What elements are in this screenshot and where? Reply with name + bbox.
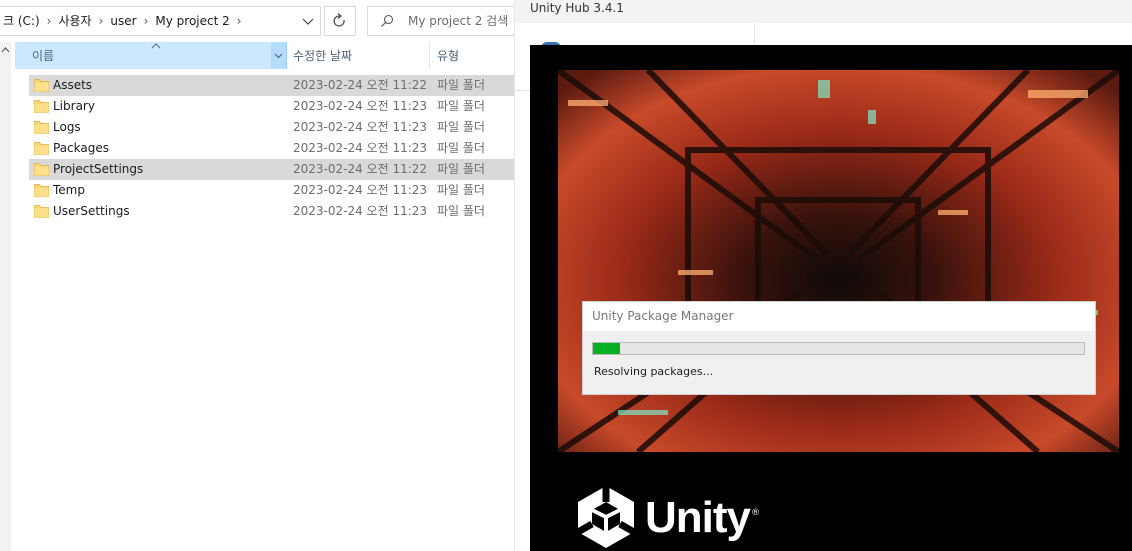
file-type: 파일 폴더 (437, 204, 485, 218)
address-history-dropdown[interactable] (296, 7, 320, 35)
folder-icon (34, 142, 49, 155)
unity-wordmark: Unity (645, 493, 751, 542)
search-input[interactable]: My project 2 검색 (367, 6, 515, 36)
chevron-right-icon[interactable]: › (99, 7, 104, 35)
breadcrumb-item-user[interactable]: user (110, 7, 136, 35)
unity-hub-window: Unity Hub 3.4.1 Unity Package Manager Re… (515, 0, 1132, 551)
folder-icon (34, 79, 49, 92)
breadcrumb: 크 (C:) › 사용자 › user › My project 2 › (3, 7, 249, 35)
file-date: 2023-02-24 오전 11:23 (293, 120, 428, 134)
file-type: 파일 폴더 (437, 120, 485, 134)
file-row-logs[interactable]: Logs 2023-02-24 오전 11:23 파일 폴더 (29, 117, 515, 138)
refresh-icon (333, 13, 345, 27)
package-progress-bar (592, 342, 1085, 355)
hub-divider (515, 90, 530, 91)
column-filter-dropdown[interactable] (271, 42, 286, 69)
search-icon (381, 14, 394, 27)
file-date: 2023-02-24 오전 11:23 (293, 204, 428, 218)
chevron-down-icon (302, 18, 314, 25)
package-manager-dialog: Unity Package Manager Resolving packages… (583, 302, 1095, 394)
column-header-type[interactable]: 유형 (430, 42, 515, 69)
refresh-button[interactable] (324, 6, 356, 36)
file-date: 2023-02-24 오전 11:23 (293, 183, 428, 197)
navigation-pane-scrollbar[interactable] (0, 42, 11, 551)
file-row-library[interactable]: Library 2023-02-24 오전 11:23 파일 폴더 (29, 96, 515, 117)
file-name: Logs (53, 120, 81, 134)
unity-logo: Unity ® (573, 484, 763, 550)
column-header-date-label: 수정한 날짜 (293, 49, 353, 63)
file-row-usersettings[interactable]: UserSettings 2023-02-24 오전 11:23 파일 폴더 (29, 201, 515, 222)
file-type: 파일 폴더 (437, 99, 485, 113)
sort-ascending-icon (151, 43, 161, 49)
chevron-right-icon[interactable]: › (47, 7, 52, 35)
column-header-type-label: 유형 (437, 49, 460, 63)
file-row-projectsettings[interactable]: ProjectSettings 2023-02-24 오전 11:22 파일 폴더 (29, 159, 515, 180)
chevron-right-icon[interactable]: › (237, 7, 242, 35)
registered-mark: ® (751, 508, 760, 518)
folder-icon (34, 121, 49, 134)
folder-icon (34, 184, 49, 197)
chevron-right-icon[interactable]: › (144, 7, 149, 35)
file-row-packages[interactable]: Packages 2023-02-24 오전 11:23 파일 폴더 (29, 138, 515, 159)
column-header-date[interactable]: 수정한 날짜 (287, 42, 430, 69)
file-type: 파일 폴더 (437, 183, 485, 197)
package-manager-title: Unity Package Manager (592, 309, 734, 323)
column-header-row: 이름 수정한 날짜 유형 (15, 42, 515, 69)
file-type: 파일 폴더 (437, 162, 485, 176)
unity-splash-screen: Unity Package Manager Resolving packages… (530, 45, 1132, 551)
splash-artwork-image (558, 70, 1119, 452)
file-row-assets[interactable]: Assets 2023-02-24 오전 11:22 파일 폴더 (29, 75, 515, 96)
chevron-down-icon (274, 53, 283, 59)
file-name: Temp (53, 183, 85, 197)
file-name: Packages (53, 141, 109, 155)
package-progress-fill (593, 343, 620, 354)
hub-title: Unity Hub 3.4.1 (530, 1, 624, 15)
breadcrumb-item-users[interactable]: 사용자 (58, 7, 91, 35)
chevron-up-icon[interactable] (1, 46, 10, 54)
file-list: Assets 2023-02-24 오전 11:22 파일 폴더 Library 202… (29, 75, 515, 222)
address-bar[interactable]: 크 (C:) › 사용자 › user › My project 2 › (0, 6, 321, 36)
search-placeholder: My project 2 검색 (408, 14, 509, 28)
unity-cube-icon (576, 486, 636, 548)
file-row-temp[interactable]: Temp 2023-02-24 오전 11:23 파일 폴더 (29, 180, 515, 201)
file-date: 2023-02-24 오전 11:22 (293, 78, 428, 92)
file-date: 2023-02-24 오전 11:23 (293, 141, 428, 155)
file-name: Assets (53, 78, 93, 92)
column-header-name-label: 이름 (32, 49, 55, 63)
file-name: UserSettings (53, 204, 130, 218)
package-manager-title-bar: Unity Package Manager (583, 302, 1095, 331)
hub-sidebar-divider (754, 23, 755, 45)
breadcrumb-item-project[interactable]: My project 2 (155, 7, 229, 35)
hub-title-bar: Unity Hub 3.4.1 (515, 0, 1132, 23)
file-date: 2023-02-24 오전 11:22 (293, 162, 428, 176)
file-explorer-window: 크 (C:) › 사용자 › user › My project 2 › My project… (0, 0, 515, 551)
folder-icon (34, 100, 49, 113)
package-status-text: Resolving packages... (594, 365, 714, 378)
folder-icon (34, 163, 49, 176)
file-name: Library (53, 99, 95, 113)
file-type: 파일 폴더 (437, 141, 485, 155)
breadcrumb-item-drive[interactable]: 크 (C:) (3, 7, 40, 35)
file-type: 파일 폴더 (437, 78, 485, 92)
column-header-name[interactable]: 이름 (15, 42, 287, 69)
folder-icon (34, 205, 49, 218)
file-date: 2023-02-24 오전 11:23 (293, 99, 428, 113)
file-name: ProjectSettings (53, 162, 144, 176)
